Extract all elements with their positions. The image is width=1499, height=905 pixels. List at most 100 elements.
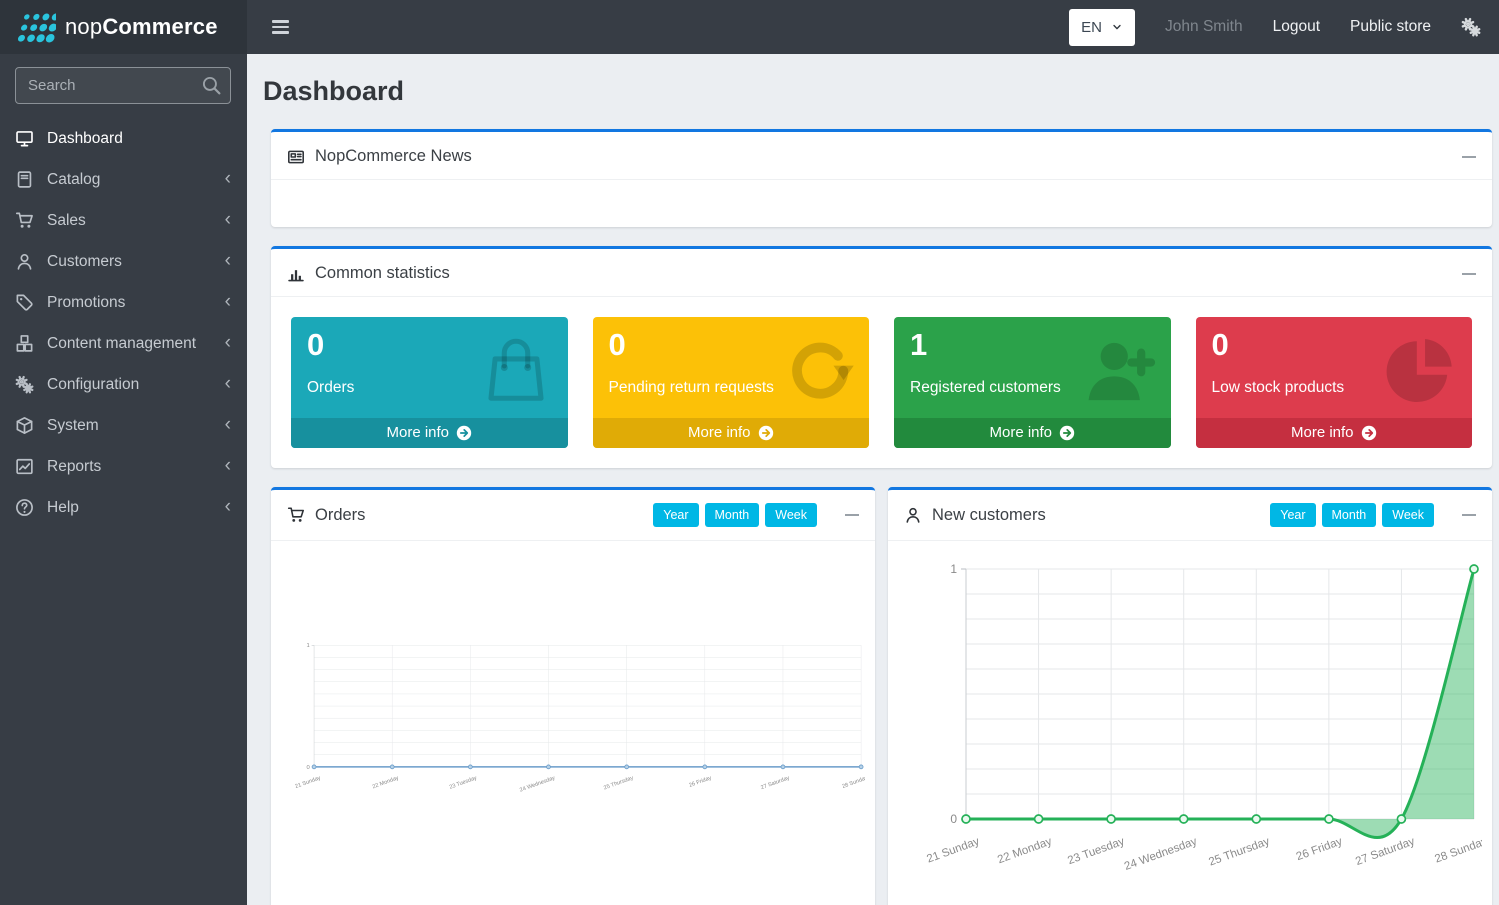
collapse-icon[interactable] [1462,273,1476,275]
svg-text:1: 1 [950,562,957,576]
sidebar-item-content-management[interactable]: Content management ‹ [0,323,247,364]
chevron-left-icon: ‹ [225,292,231,311]
user-name: John Smith [1165,18,1243,36]
sidebar-item-help[interactable]: Help ‹ [0,487,247,528]
sidebar-item-label: Help [47,499,79,517]
svg-text:26 Friday: 26 Friday [688,775,712,789]
sidebar-item-label: Promotions [47,294,125,312]
arrow-circle-right-icon [1059,425,1075,441]
svg-text:22 Monday: 22 Monday [996,836,1054,867]
orders-week-button[interactable]: Week [765,503,817,527]
orders-month-button[interactable]: Month [705,503,760,527]
sidebar-toggle-button[interactable] [268,14,293,39]
pie-chart-icon [1382,333,1458,409]
svg-text:28 Sunday: 28 Sunday [841,775,865,790]
shopping-bag-icon [478,333,554,409]
svg-text:21 Sunday: 21 Sunday [925,836,981,866]
svg-text:0: 0 [306,765,310,771]
arrow-circle-right-icon [758,425,774,441]
sidebar: nopCommerce Dashboard Catalog ‹ Sales ‹ … [0,0,247,905]
new-customers-month-button[interactable]: Month [1322,503,1377,527]
arrow-circle-right-icon [456,425,472,441]
public-store-link[interactable]: Public store [1350,18,1431,36]
sidebar-item-dashboard[interactable]: Dashboard [0,118,247,159]
sidebar-item-label: Reports [47,458,101,476]
page-title: Dashboard [263,76,1492,107]
stat-card-registered-customers: 1 Registered customers More info [894,317,1171,448]
question-icon [15,498,34,517]
sidebar-item-catalog[interactable]: Catalog ‹ [0,159,247,200]
new-customers-chart: 1 0 21 Sunday 22 Monday 23 Tuesday24 Wednesd… [898,545,1482,890]
svg-text:27 Saturday: 27 Saturday [1354,836,1417,869]
collapse-icon[interactable] [1462,514,1476,516]
sidebar-item-label: Customers [47,253,122,271]
chart-period-buttons: Year MonthWeek [1270,503,1434,527]
collapse-icon[interactable] [1462,156,1476,158]
chevron-left-icon: ‹ [225,456,231,475]
desktop-icon [15,129,34,148]
search-box [15,67,231,104]
more-info-link[interactable]: More info [1196,418,1473,448]
news-panel-body [271,180,1492,227]
sidebar-item-label: Catalog [47,171,100,189]
new-customers-week-button[interactable]: Week [1382,503,1434,527]
sidebar-item-reports[interactable]: Reports ‹ [0,446,247,487]
gears-icon [15,375,34,394]
arrow-circle-right-icon [1361,425,1377,441]
sidebar-item-label: Sales [47,212,86,230]
chevron-left-icon: ‹ [225,251,231,270]
new-customers-year-button[interactable]: Year [1270,503,1315,527]
collapse-icon[interactable] [845,514,859,516]
chart-panel-title: Orders [315,506,365,525]
chart-period-buttons: Year MonthWeek [653,503,817,527]
brand-logo[interactable]: nopCommerce [0,0,247,54]
chart-line-icon [15,457,34,476]
search-input[interactable] [15,67,231,104]
svg-text:27 Saturday: 27 Saturday [760,775,791,791]
chevron-left-icon: ‹ [225,497,231,516]
svg-text:25 Thursday: 25 Thursday [603,775,634,791]
language-select[interactable]: EN [1069,9,1135,46]
more-info-link[interactable]: More info [291,418,568,448]
user-icon [15,252,34,271]
more-info-link[interactable]: More info [894,418,1171,448]
chart-panel-title: New customers [932,506,1046,525]
user-plus-icon [1081,333,1157,409]
svg-text:0: 0 [950,812,957,826]
orders-year-button[interactable]: Year [653,503,698,527]
svg-text:26 Friday: 26 Friday [1295,836,1344,864]
svg-text:24 Wednesday: 24 Wednesday [519,775,556,793]
sidebar-menu: Dashboard Catalog ‹ Sales ‹ Customers ‹ … [0,118,247,528]
logout-link[interactable]: Logout [1273,18,1320,36]
charts-row: Orders YearMonthWeek 1021 Sunday22 Monda… [271,487,1492,905]
sidebar-item-system[interactable]: System ‹ [0,405,247,446]
new-customers-panel: New customers Year MonthWeek 1 0 21 Sunday 2… [888,487,1492,905]
sidebar-item-configuration[interactable]: Configuration ‹ [0,364,247,405]
news-panel-title: NopCommerce News [315,147,472,166]
svg-text:24 Wednesday: 24 Wednesday [1123,836,1199,874]
newspaper-icon [287,148,305,166]
sidebar-item-label: Dashboard [47,130,123,148]
cart-icon [287,506,305,524]
svg-text:23 Tuesday: 23 Tuesday [1066,836,1126,868]
brand-name: nopCommerce [65,14,218,40]
stat-cards-row: 0 Orders More info 0 Pending return requ… [271,297,1492,468]
svg-text:1: 1 [306,643,309,649]
chevron-left-icon: ‹ [225,415,231,434]
settings-gear-icon[interactable] [1461,17,1481,37]
svg-text:21 Sunday: 21 Sunday [294,775,321,790]
search-icon [201,75,222,96]
statistics-panel: Common statistics 0 Orders More info 0 P… [271,246,1492,468]
tag-icon [15,293,34,312]
orders-chart: 1021 Sunday22 Monday23 Tuesday24 Wednesd… [281,545,865,890]
sidebar-item-label: System [47,417,99,435]
chevron-down-icon [1111,21,1123,33]
sidebar-item-promotions[interactable]: Promotions ‹ [0,282,247,323]
refresh-icon [779,333,855,409]
chevron-left-icon: ‹ [225,374,231,393]
sidebar-item-label: Content management [47,335,196,353]
sidebar-item-customers[interactable]: Customers ‹ [0,241,247,282]
sidebar-item-sales[interactable]: Sales ‹ [0,200,247,241]
more-info-link[interactable]: More info [593,418,870,448]
stat-card-pending-return-requests: 0 Pending return requests More info [593,317,870,448]
